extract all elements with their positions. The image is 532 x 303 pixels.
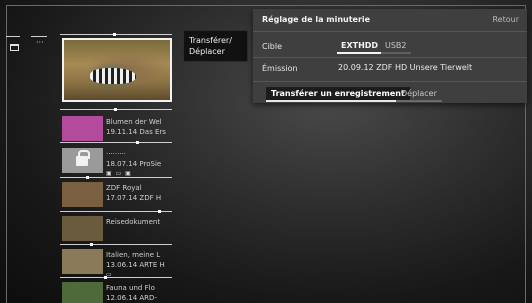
divider bbox=[60, 108, 172, 111]
transfer-label: Transférer/ bbox=[189, 36, 232, 45]
selected-recording-thumbnail[interactable] bbox=[62, 38, 172, 102]
divider bbox=[253, 31, 527, 32]
more-icon[interactable]: ··· bbox=[36, 38, 44, 47]
divider bbox=[60, 33, 172, 36]
divider bbox=[253, 57, 527, 58]
divider bbox=[253, 81, 527, 82]
recording-list-item[interactable]: Blumen der Wel 19.11.14 Das Ers bbox=[62, 116, 176, 146]
recording-date-channel: 18.07.14 ProSie bbox=[106, 160, 162, 168]
recording-list-item[interactable]: Italien, meine L 13.06.14 ARTE H ▭ bbox=[62, 249, 176, 279]
back-button[interactable]: Retour bbox=[492, 15, 519, 24]
recording-title: Italien, meine L bbox=[106, 251, 161, 259]
recording-title: Blumen der Wel bbox=[106, 118, 162, 126]
move-label: Déplacer bbox=[189, 47, 225, 56]
recording-badges: ▭ bbox=[106, 271, 113, 278]
emission-value: 20.09.12 ZDF HD Unsere Tierwelt bbox=[338, 63, 473, 72]
recording-list-item[interactable]: ········· 18.07.14 ProSie ▣ ▭ ▣ bbox=[62, 148, 176, 178]
divider bbox=[31, 36, 47, 37]
recording-thumbnail bbox=[62, 249, 103, 274]
divider bbox=[6, 36, 20, 37]
recording-date-channel: 19.11.14 Das Ers bbox=[106, 128, 166, 136]
recording-title: ········· bbox=[106, 150, 127, 158]
recording-date-channel: 17.07.14 ZDF H bbox=[106, 194, 162, 202]
panel-title: Réglage de la minuterie bbox=[262, 15, 371, 24]
move-button[interactable]: Déplacer bbox=[396, 87, 442, 102]
recording-thumbnail bbox=[62, 282, 103, 303]
recording-title: Reisedokument bbox=[106, 218, 161, 226]
target-option-usb2[interactable]: USB2 bbox=[381, 41, 411, 54]
recording-title: ZDF Royal bbox=[106, 184, 142, 192]
recording-date-channel: 12.06.14 ARD- bbox=[106, 294, 157, 302]
recording-list-item[interactable]: ZDF Royal 17.07.14 ZDF H bbox=[62, 182, 176, 212]
recording-thumbnail bbox=[62, 148, 103, 173]
transfer-move-menu[interactable]: Transférer/ Déplacer bbox=[183, 30, 248, 62]
category-column: ··· bbox=[6, 28, 50, 303]
recording-thumbnail bbox=[62, 116, 103, 141]
recording-list-item[interactable]: Reisedokument bbox=[62, 216, 176, 246]
zebra-image bbox=[90, 68, 136, 84]
target-option-exthdd[interactable]: EXTHDD bbox=[337, 41, 383, 54]
recording-list-item[interactable]: Fauna und Flo 12.06.14 ARD- bbox=[62, 282, 176, 303]
lock-icon bbox=[76, 150, 90, 166]
recording-thumbnail bbox=[62, 216, 103, 241]
recording-date-channel: 13.06.14 ARTE H bbox=[106, 261, 165, 269]
timer-settings-panel: Réglage de la minuterie Retour Cible EXT… bbox=[253, 9, 527, 103]
transfer-recording-button[interactable]: Transférer un enregistrement bbox=[266, 87, 410, 102]
emission-label: Émission bbox=[262, 64, 298, 73]
recording-thumbnail bbox=[62, 182, 103, 207]
recording-title: Fauna und Flo bbox=[106, 284, 155, 292]
recordings-folder-icon[interactable] bbox=[10, 44, 19, 51]
target-label: Cible bbox=[262, 42, 283, 51]
recording-badges: ▣ ▭ ▣ bbox=[106, 170, 132, 177]
recording-list: Blumen der Wel 19.11.14 Das Ers ········· 1… bbox=[60, 30, 176, 303]
